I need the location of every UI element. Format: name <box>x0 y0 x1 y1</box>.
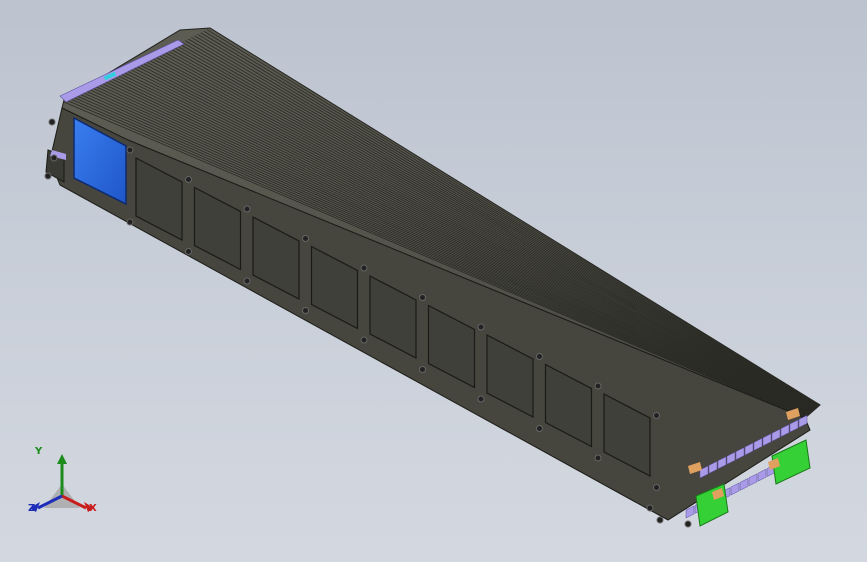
bolt <box>48 118 56 126</box>
bolt <box>44 172 52 180</box>
bolt <box>419 366 426 373</box>
bolt <box>126 218 134 226</box>
bolt <box>646 504 654 512</box>
y-axis-arrow <box>57 454 67 464</box>
bolt <box>536 425 543 432</box>
bolt <box>536 353 543 360</box>
bolt <box>185 176 192 183</box>
z-axis-label: Z <box>28 503 36 514</box>
model-canvas[interactable] <box>0 0 867 562</box>
triad-graphic <box>30 454 94 512</box>
bolt <box>185 248 192 255</box>
cad-viewport[interactable] <box>0 0 867 562</box>
bolt <box>302 235 309 242</box>
bolt <box>477 323 485 331</box>
bolt <box>126 146 134 154</box>
busbar-segment <box>739 477 749 491</box>
busbar-segment <box>757 468 767 482</box>
bolt <box>653 484 660 491</box>
bolt <box>243 205 251 213</box>
busbar-segment <box>748 473 758 487</box>
bolt <box>477 395 485 403</box>
bolt <box>594 382 602 390</box>
y-axis-label: Y <box>35 446 43 457</box>
bolt <box>302 307 309 314</box>
bolt <box>594 454 602 462</box>
busbar-segment <box>730 482 740 496</box>
bolt <box>360 264 368 272</box>
bolt <box>684 520 692 528</box>
x-axis-label: X <box>89 503 97 514</box>
bolt <box>653 412 660 419</box>
bolt <box>243 277 251 285</box>
bolt <box>419 294 426 301</box>
axis-triad <box>22 446 106 526</box>
bolt <box>50 154 58 162</box>
bolt <box>360 336 368 344</box>
bolt <box>656 516 664 524</box>
